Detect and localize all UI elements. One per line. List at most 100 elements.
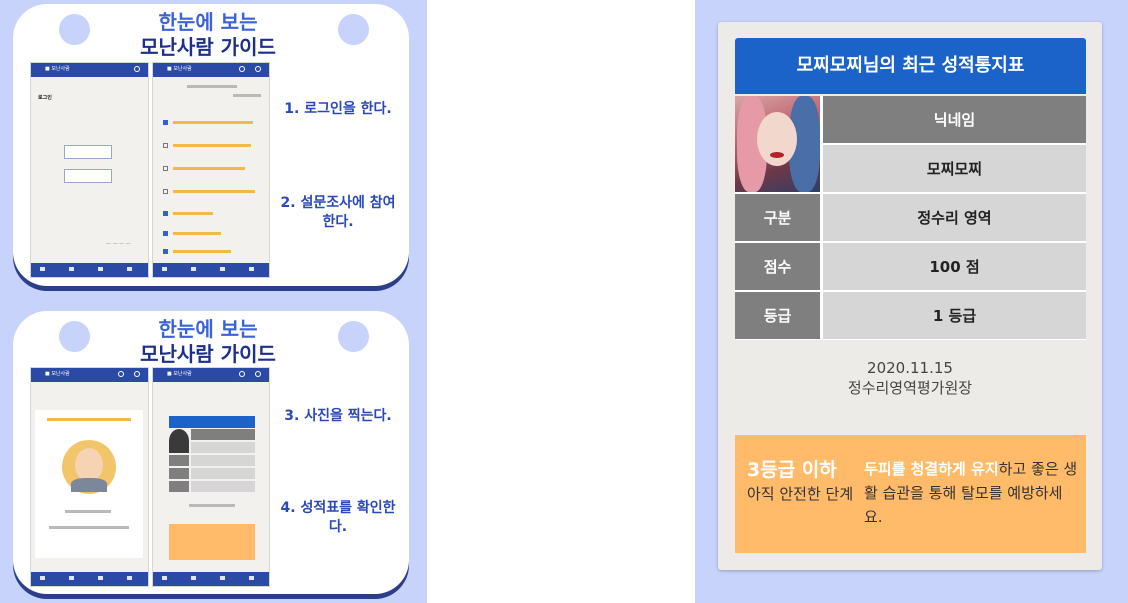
power-icon bbox=[255, 371, 261, 377]
mini-report-cell bbox=[191, 442, 255, 453]
power-icon bbox=[255, 66, 261, 72]
report-issue-info: 2020.11.15 정수리영역평가원장 bbox=[718, 358, 1102, 398]
guide-title-line1: 한눈에 보는 bbox=[158, 317, 258, 341]
phone-mock-camera: ■ 모난사람 bbox=[30, 367, 149, 587]
nickname-label: 닉네임 bbox=[823, 96, 1086, 143]
phone-app-title: ■ 모난사람 bbox=[45, 371, 70, 377]
power-icon bbox=[134, 66, 140, 72]
survey-question bbox=[173, 212, 213, 215]
mini-report-cell bbox=[191, 481, 255, 492]
mini-report-cell bbox=[169, 481, 189, 492]
mini-report-photo bbox=[169, 429, 189, 453]
note-sub: 아직 안전한 단계 bbox=[747, 485, 854, 503]
home-icon bbox=[40, 267, 45, 271]
survey-question bbox=[173, 144, 251, 147]
report-table: 닉네임 모찌모찌 구분 정수리 영역 점수 100 점 등급 1 등급 bbox=[735, 96, 1086, 340]
survey-checkbox bbox=[163, 249, 168, 254]
guide-title-line2: 모난사람 가이드 bbox=[140, 35, 276, 59]
profile-icon bbox=[249, 576, 254, 580]
login-links-mock: — — — — bbox=[106, 241, 131, 247]
phone-top-bar: ■ 모난사람 bbox=[153, 368, 269, 382]
profile-photo bbox=[735, 96, 820, 192]
score-value: 100 점 bbox=[823, 243, 1086, 290]
result-caption-mock bbox=[65, 510, 111, 513]
grade-value: 1 등급 bbox=[823, 292, 1086, 339]
guide-card-1: 한눈에 보는 모난사람 가이드 ■ 모난사람 로그인 — — — — ■ 모난사… bbox=[13, 4, 409, 286]
card-hole-right bbox=[338, 14, 369, 45]
survey-question bbox=[173, 190, 255, 193]
phone-bottom-bar bbox=[153, 572, 269, 586]
id-input-mock bbox=[64, 145, 112, 159]
survey-question bbox=[173, 250, 231, 253]
mini-report-cell bbox=[191, 468, 255, 479]
grade-label: 등급 bbox=[735, 292, 820, 339]
card-hole-left bbox=[59, 321, 90, 352]
guide-title: 한눈에 보는 모난사람 가이드 bbox=[93, 10, 323, 60]
survey-checkbox bbox=[163, 143, 168, 148]
home-icon bbox=[162, 267, 167, 271]
phone-app-title: ■ 모난사람 bbox=[167, 371, 192, 377]
guide-card-2: 한눈에 보는 모난사람 가이드 ■ 모난사람 ■ 모난사람 3. 사진을 찍는다… bbox=[13, 311, 409, 594]
phone-mock-report: ■ 모난사람 bbox=[152, 367, 270, 587]
guide-step-4: 4. 성적표를 확인한다. bbox=[280, 500, 396, 535]
phone-app-title: ■ 모난사람 bbox=[167, 66, 192, 72]
rank-icon bbox=[191, 267, 196, 271]
guide-title-line2: 모난사람 가이드 bbox=[140, 342, 276, 366]
note-highlight: 두피를 청결하게 유지 bbox=[864, 460, 999, 478]
bald-avatar bbox=[62, 440, 116, 494]
survey-checkbox bbox=[163, 166, 168, 171]
report-panel: 모찌모찌님의 최근 성적통지표 닉네임 모찌모찌 구분 정수리 영역 점수 10… bbox=[695, 0, 1128, 603]
phone-bottom-bar bbox=[31, 572, 148, 586]
category-label: 구분 bbox=[735, 194, 820, 241]
survey-checkbox bbox=[163, 120, 168, 125]
note-body: 두피를 청결하게 유지하고 좋은 생활 습관을 통해 탈모를 예방하세요. bbox=[864, 457, 1079, 529]
camera-icon bbox=[220, 267, 225, 271]
result-caption-mock bbox=[49, 526, 129, 529]
profile-icon bbox=[127, 267, 132, 271]
card-hole-left bbox=[59, 14, 90, 45]
login-heading: 로그인 bbox=[38, 95, 52, 101]
guide-panel: 한눈에 보는 모난사람 가이드 ■ 모난사람 로그인 — — — — ■ 모난사… bbox=[0, 0, 427, 603]
result-text-mock bbox=[47, 418, 131, 421]
power-icon bbox=[134, 371, 140, 377]
grade-note-box: 3등급 이하 아직 안전한 단계 두피를 청결하게 유지하고 좋은 생활 습관을… bbox=[735, 435, 1086, 553]
phone-top-bar: ■ 모난사람 bbox=[153, 63, 269, 77]
survey-checkbox bbox=[163, 211, 168, 216]
nickname-value: 모찌모찌 bbox=[823, 145, 1086, 192]
mini-report-date bbox=[189, 504, 235, 507]
phone-mock-login: ■ 모난사람 로그인 — — — — bbox=[30, 62, 149, 278]
rank-icon bbox=[69, 576, 74, 580]
profile-icon bbox=[127, 576, 132, 580]
mini-report-cell bbox=[191, 429, 255, 440]
guide-title-line1: 한눈에 보는 bbox=[158, 10, 258, 34]
guide-step-2: 2. 설문조사에 참여한다. bbox=[280, 195, 396, 230]
mini-report-cell bbox=[191, 455, 255, 466]
mini-report-note bbox=[169, 524, 255, 560]
rank-icon bbox=[191, 576, 196, 580]
card-hole-right bbox=[338, 321, 369, 352]
survey-checkbox bbox=[163, 231, 168, 236]
report-title: 모찌모찌님의 최근 성적통지표 bbox=[735, 38, 1086, 94]
report-date: 2020.11.15 bbox=[867, 359, 953, 377]
mini-report-cell bbox=[169, 468, 189, 479]
guide-step-3: 3. 사진을 찍는다. bbox=[284, 408, 392, 424]
guide-title: 한눈에 보는 모난사람 가이드 bbox=[93, 317, 323, 367]
phone-top-bar: ■ 모난사람 bbox=[31, 368, 148, 382]
survey-question bbox=[173, 232, 221, 235]
rank-icon bbox=[69, 267, 74, 271]
phone-bottom-bar bbox=[31, 263, 148, 277]
score-label: 점수 bbox=[735, 243, 820, 290]
phone-bottom-bar bbox=[153, 263, 269, 277]
survey-question bbox=[173, 121, 253, 124]
camera-icon bbox=[98, 576, 103, 580]
phone-mock-survey: ■ 모난사람 bbox=[152, 62, 270, 278]
category-value: 정수리 영역 bbox=[823, 194, 1086, 241]
user-icon bbox=[239, 371, 245, 377]
home-icon bbox=[40, 576, 45, 580]
home-icon bbox=[162, 576, 167, 580]
phone-app-title: ■ 모난사람 bbox=[45, 66, 70, 72]
survey-heading-mock bbox=[187, 85, 237, 88]
pw-input-mock bbox=[64, 169, 112, 183]
guide-step-1: 1. 로그인을 한다. bbox=[284, 101, 392, 117]
survey-question bbox=[173, 167, 245, 170]
